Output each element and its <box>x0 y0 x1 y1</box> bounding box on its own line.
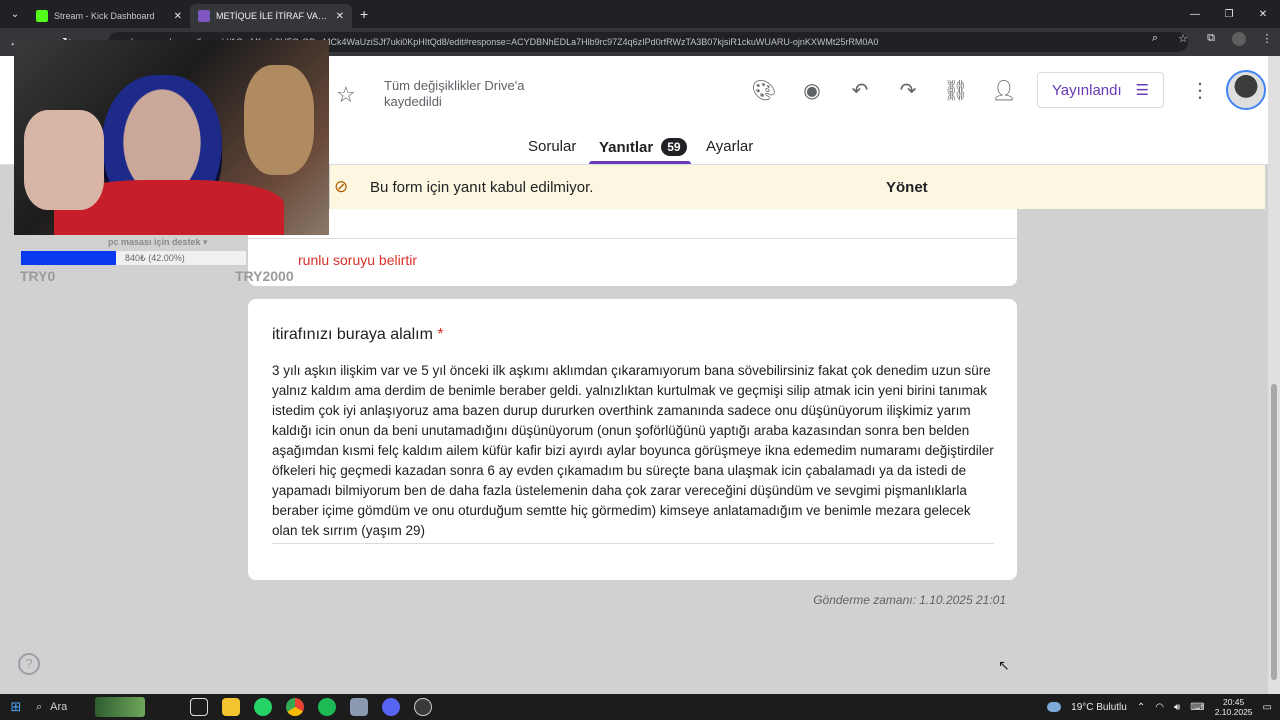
google-forms-icon <box>198 10 210 22</box>
tab-questions[interactable]: Sorular <box>528 138 576 155</box>
tab-responses[interactable]: Yanıtlar 59 <box>599 138 687 156</box>
not-accepting-banner: ⊘ Bu form için yanıt kabul edilmiyor. Yö… <box>330 165 1265 209</box>
cloud-icon <box>1047 702 1062 712</box>
tab-forms[interactable]: METİQUE İLE İTİRAF VAKTİ - Goo ✕ <box>190 4 352 28</box>
close-tab-icon[interactable]: ✕ <box>174 11 182 22</box>
window-controls: — ❐ ✕ <box>1178 0 1280 28</box>
task-view-icon[interactable] <box>190 698 208 716</box>
browser-tab-strip: ⌄ Stream - Kick Dashboard ✕ METİQUE İLE … <box>0 0 1280 28</box>
palette-icon[interactable]: 🎨︎ <box>750 78 778 102</box>
link-icon[interactable]: ⛓ <box>942 78 970 102</box>
system-tray: 19°C Bulutlu ⌃ ◠ 🔊︎ ⌨ 20:45 2.10.2025 ▭ <box>1047 694 1272 720</box>
more-options-icon[interactable]: ⋮ <box>1190 78 1210 103</box>
header-toolbar: 🎨︎ ◉ ↶ ↷ ⛓ 👤︎ <box>750 78 1018 102</box>
redo-icon[interactable]: ↷ <box>894 78 922 102</box>
kick-icon <box>36 10 48 22</box>
restore-icon[interactable]: ❐ <box>1212 0 1246 28</box>
taskbar-search[interactable]: ⌕ Ara <box>36 697 176 717</box>
required-error-text: runlu soruyu belirtir <box>298 252 418 268</box>
preview-eye-icon[interactable]: ◉ <box>798 78 826 102</box>
donation-progress-bar: 840₺ (42.00%) <box>20 250 247 266</box>
notification-icon[interactable]: ▭ <box>1263 702 1272 713</box>
scrollbar[interactable] <box>1268 56 1280 694</box>
address-bar-actions: ⌕ ☆ ⧉ ⋮ <box>1148 32 1274 49</box>
donation-progress-fill <box>21 251 116 265</box>
clock-date: 2.10.2025 <box>1214 707 1253 717</box>
spotify-icon[interactable] <box>318 698 336 716</box>
webcam-overlay <box>14 40 329 235</box>
undo-icon[interactable]: ↶ <box>846 78 874 102</box>
add-collaborator-icon[interactable]: 👤︎ <box>990 78 1018 102</box>
plush-toy <box>244 65 314 175</box>
question-title: itirafınızı buraya alalım * <box>272 326 444 344</box>
wifi-icon[interactable]: ◠ <box>1155 702 1164 713</box>
question-card: itirafınızı buraya alalım * 3 yılı aşkın… <box>248 299 1017 580</box>
donation-min: TRY0 <box>20 268 56 284</box>
zoom-icon[interactable]: ⌕ <box>1148 32 1162 49</box>
question-title-text: itirafınızı buraya alalım <box>272 326 433 343</box>
streamer-hand <box>24 110 104 210</box>
tab-kick-dashboard[interactable]: Stream - Kick Dashboard ✕ <box>28 4 190 28</box>
tab-search-button[interactable]: ⌄ <box>2 3 28 25</box>
bookmark-star-icon[interactable]: ☆ <box>1176 32 1190 49</box>
donation-goal-widget: pc masası için destek ▾ 840₺ (42.00%) TR… <box>20 236 310 284</box>
tab-title: METİQUE İLE İTİRAF VAKTİ - Goo <box>216 11 330 21</box>
windows-taskbar: ⊞ ⌕ Ara 19°C Bulutlu ⌃ ◠ 🔊︎ ⌨ 20:45 2.10… <box>0 694 1280 720</box>
close-tab-icon[interactable]: ✕ <box>336 11 344 22</box>
response-count-badge: 59 <box>661 138 687 156</box>
clock-time: 20:45 <box>1222 697 1245 707</box>
manage-button[interactable]: Yönet <box>886 179 928 196</box>
help-icon[interactable]: ? <box>18 653 40 675</box>
weather-text[interactable]: 19°C Bulutlu <box>1071 702 1127 713</box>
star-icon[interactable]: ☆ <box>336 82 356 108</box>
minimize-icon[interactable]: — <box>1178 0 1212 28</box>
published-button[interactable]: Yayınlandı ☰ <box>1037 72 1164 108</box>
submission-timestamp: Gönderme zamanı: 1.10.2025 21:01 <box>813 593 1006 607</box>
required-asterisk: * <box>437 326 444 343</box>
volume-icon[interactable]: 🔊︎ <box>1174 702 1180 713</box>
tab-responses-label: Yanıtlar <box>599 139 654 156</box>
search-placeholder: Ara <box>50 701 68 713</box>
donation-max: TRY2000 <box>235 268 294 284</box>
extensions-icon[interactable]: ⧉ <box>1204 32 1218 49</box>
profile-icon[interactable] <box>1232 32 1246 49</box>
app-icon[interactable] <box>350 698 368 716</box>
file-explorer-icon[interactable] <box>222 698 240 716</box>
chrome-icon[interactable] <box>286 698 304 716</box>
save-status: Tüm değişiklikler Drive'a kaydedildi <box>384 78 525 109</box>
tab-settings[interactable]: Ayarlar <box>706 138 753 155</box>
published-label: Yayınlandı <box>1051 81 1122 99</box>
clock[interactable]: 20:45 2.10.2025 <box>1215 697 1253 717</box>
scrollbar-thumb[interactable] <box>1271 384 1277 680</box>
close-window-icon[interactable]: ✕ <box>1246 0 1280 28</box>
mouse-cursor-icon: ↖ <box>998 657 1010 673</box>
responses-off-icon: ⊘ <box>334 177 349 196</box>
discord-icon[interactable] <box>382 698 400 716</box>
donation-progress-text: 840₺ (42.00%) <box>125 253 185 263</box>
answer-text: 3 yılı aşkın ilişkim var ve 5 yıl önceki… <box>272 363 994 538</box>
account-avatar[interactable] <box>1226 70 1266 110</box>
chevron-up-icon[interactable]: ⌃ <box>1137 702 1145 713</box>
tune-icon: ☰ <box>1135 82 1150 99</box>
active-tab-indicator <box>589 161 691 164</box>
keyboard-icon[interactable]: ⌨ <box>1190 702 1204 713</box>
search-icon: ⌕ <box>36 700 43 713</box>
windows-start-icon[interactable]: ⊞ <box>0 699 32 715</box>
whatsapp-icon[interactable] <box>254 698 272 716</box>
answer-underline <box>272 543 994 544</box>
previous-question-card: runlu soruyu belirtir <box>248 209 1017 286</box>
obs-icon[interactable] <box>414 698 432 716</box>
browser-menu-icon[interactable]: ⋮ <box>1260 32 1274 49</box>
divider <box>248 238 1017 239</box>
donation-goal-title: pc masası için destek ▾ <box>108 237 208 247</box>
banner-text: Bu form için yanıt kabul edilmiyor. <box>370 179 594 196</box>
tab-title: Stream - Kick Dashboard <box>54 11 155 21</box>
taskbar-apps <box>190 698 432 716</box>
search-highlight-image <box>95 697 146 717</box>
new-tab-button[interactable]: + <box>360 6 368 22</box>
